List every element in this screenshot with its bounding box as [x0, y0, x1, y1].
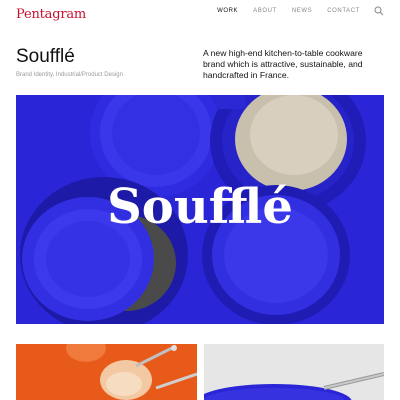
hero-wordmark: Soufflé [107, 179, 293, 235]
project-title: Soufflé [16, 46, 75, 67]
main-nav: WORK ABOUT NEWS CONTACT [217, 8, 360, 14]
thumbnail-orange[interactable] [16, 344, 197, 400]
thumbnail-grey[interactable] [204, 344, 384, 400]
project-tags: Brand Identity, Industrial/Product Desig… [16, 72, 123, 78]
pentagram-logo[interactable]: Pentagram [16, 7, 86, 22]
nav-about[interactable]: ABOUT [253, 8, 277, 14]
thumbnail-grey-illustration [204, 344, 384, 400]
nav-work[interactable]: WORK [217, 8, 238, 14]
project-description: A new high-end kitchen-to-table cookware… [203, 48, 363, 80]
cookware-illustration: Soufflé [16, 95, 384, 324]
search-icon[interactable] [374, 6, 384, 16]
nav-contact[interactable]: CONTACT [327, 8, 360, 14]
hero-image[interactable]: Soufflé [16, 95, 384, 324]
site-header: Pentagram WORK ABOUT NEWS CONTACT [0, 0, 400, 28]
thumbnail-orange-illustration [16, 344, 197, 400]
nav-news[interactable]: NEWS [292, 8, 312, 14]
